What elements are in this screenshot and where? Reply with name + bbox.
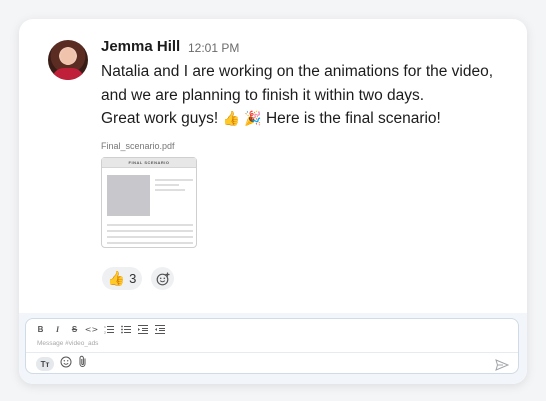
composer-placeholder[interactable]: Message #video_ads <box>37 340 98 347</box>
svg-text:1: 1 <box>104 325 106 329</box>
party-popper-emoji: 🎉 <box>244 111 262 127</box>
reaction-thumbs-up[interactable]: 👍 3 <box>102 267 142 290</box>
message-card: Jemma Hill 12:01 PM Natalia and I are wo… <box>19 19 527 384</box>
outdent-icon[interactable] <box>154 324 165 335</box>
format-toolbar: B I S <> 12 <box>35 323 165 335</box>
message-line-3: Great work guys! 👍 🎉 Here is the final s… <box>101 110 441 128</box>
text-format-icon[interactable]: Tт <box>36 357 54 371</box>
pdf-preview[interactable]: FINAL SCENARIO <box>101 157 197 248</box>
message-line-3-tail: Here is the final scenario! <box>265 110 441 127</box>
pdf-heading: FINAL SCENARIO <box>102 158 196 168</box>
message-composer[interactable]: B I S <> 12 Message #video_ads Tт <box>25 318 519 374</box>
emoji-icon[interactable] <box>60 355 72 373</box>
message-line-3-text: Great work guys! <box>101 110 219 127</box>
pdf-text-line <box>155 189 185 191</box>
pdf-image-placeholder <box>107 175 150 216</box>
reaction-emoji: 👍 <box>107 270 126 287</box>
add-emoji-icon <box>156 272 169 285</box>
svg-text:2: 2 <box>104 330 106 334</box>
avatar[interactable] <box>48 40 88 80</box>
italic-icon[interactable]: I <box>52 324 63 335</box>
message-line-1: Natalia and I are working on the animati… <box>101 63 494 80</box>
indent-icon[interactable] <box>137 324 148 335</box>
attachment-filename[interactable]: Final_scenario.pdf <box>101 141 175 151</box>
pdf-text-line <box>107 236 193 238</box>
pdf-text-line <box>155 184 179 186</box>
author-name[interactable]: Jemma Hill <box>101 38 180 55</box>
thumbs-up-emoji: 👍 <box>222 111 240 127</box>
bold-icon[interactable]: B <box>35 324 46 335</box>
composer-divider <box>26 352 518 353</box>
pdf-text-line <box>107 242 193 244</box>
reaction-count: 3 <box>129 271 137 286</box>
attachment-icon[interactable] <box>78 355 88 373</box>
avatar-face <box>61 48 75 65</box>
pdf-text-line <box>107 230 193 232</box>
composer-area: B I S <> 12 Message #video_ads Tт <box>19 313 527 384</box>
add-reaction-button[interactable] <box>151 267 174 290</box>
bullet-list-icon[interactable] <box>120 324 131 335</box>
avatar-shirt <box>52 68 84 80</box>
pdf-text-line <box>107 224 193 226</box>
strikethrough-icon[interactable]: S <box>69 324 80 335</box>
pdf-text-line <box>155 179 193 181</box>
composer-bottom-toolbar: Tт <box>36 355 88 373</box>
message-line-2: and we are planning to finish it within … <box>101 87 425 104</box>
code-icon[interactable]: <> <box>85 324 98 335</box>
send-icon[interactable] <box>495 358 510 371</box>
message-time[interactable]: 12:01 PM <box>188 41 239 55</box>
ordered-list-icon[interactable]: 12 <box>103 324 114 335</box>
